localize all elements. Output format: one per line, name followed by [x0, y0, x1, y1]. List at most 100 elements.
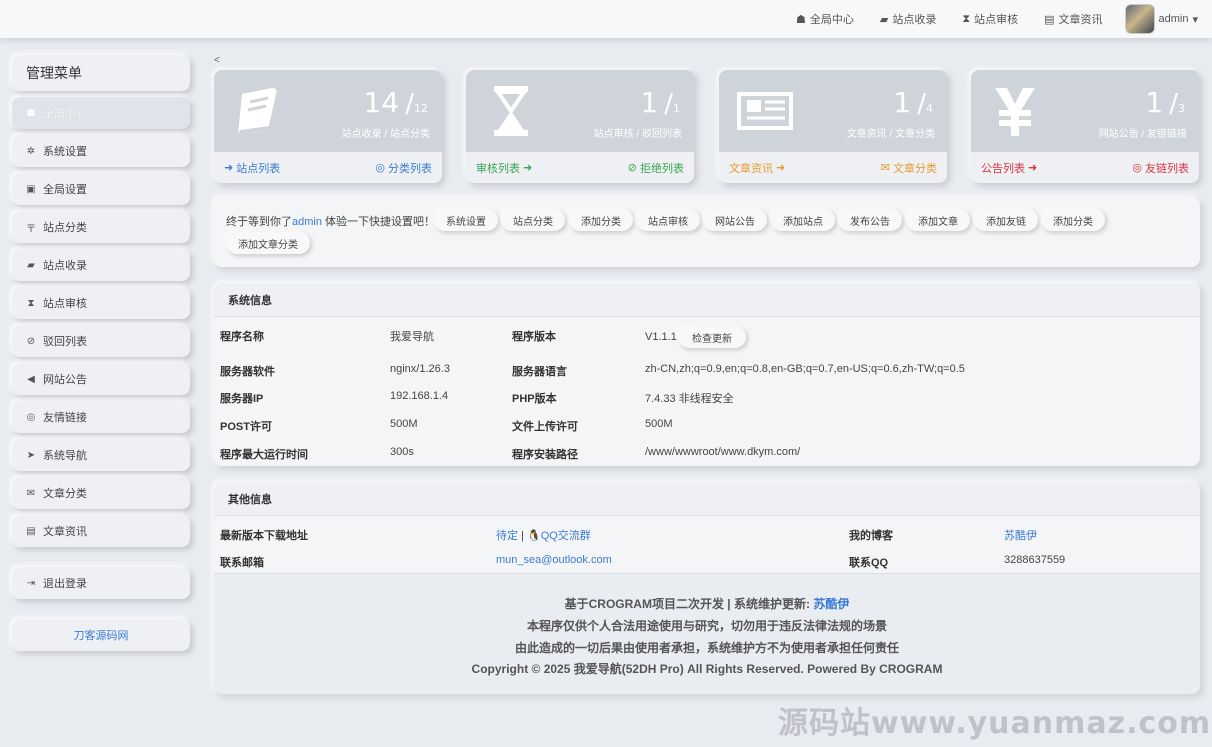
- link-label: 友链列表: [1145, 162, 1189, 175]
- quick-btn-add-category-2[interactable]: 添加分类: [1041, 209, 1105, 231]
- info-value: 500M: [645, 418, 673, 430]
- quick-btn-add-article[interactable]: 添加文章: [906, 209, 970, 231]
- sidebar-item-rejected[interactable]: ⊘ 驳回列表: [12, 325, 190, 357]
- stat-card-footer: 公告列表 ➜ ◎ 友链列表: [971, 152, 1199, 183]
- sign-out-icon: ⇥: [26, 577, 36, 589]
- watermark: 源码站www.yuanmaz.com: [778, 706, 1212, 741]
- stat-card-footer: ➜ 站点列表 ◎ 分类列表: [214, 152, 442, 183]
- article-list-link[interactable]: 文章资讯 ➜: [729, 160, 785, 176]
- download-value: 待定 | 🐧QQ交流群: [496, 527, 591, 543]
- quick-btn-add-site[interactable]: 添加站点: [771, 209, 835, 231]
- topnav-articles[interactable]: ▤ 文章资讯: [1044, 11, 1102, 27]
- stat-value: 14: [363, 86, 400, 119]
- sidebar-item-friend-links[interactable]: ◎ 友情链接: [12, 401, 190, 433]
- stat-card-announcements: 1/3 网站公告 / 友链链接 公告列表 ➜ ◎ 友链列表: [971, 70, 1199, 183]
- other-info-table: 最新版本下载地址 待定 | 🐧QQ交流群 我的博客 苏酷伊 联系邮箱 mun_s…: [214, 516, 1200, 574]
- footer-line-1: 基于CROGRAM项目二次开发 | 系统维护更新: 苏酷伊: [214, 595, 1200, 612]
- site-list-link[interactable]: ➜ 站点列表: [224, 160, 280, 176]
- sidebar-item-article-category[interactable]: ✉ 文章分类: [12, 477, 190, 509]
- sidebar-item-site-review[interactable]: ⧗ 站点审核: [12, 287, 190, 319]
- sidebar-item-system-settings[interactable]: ✲ 系统设置: [12, 135, 190, 167]
- link-label: 站点列表: [236, 162, 281, 175]
- sidebar-item-site-collect[interactable]: ▰ 站点收录: [12, 249, 190, 281]
- separator: |: [521, 530, 524, 542]
- gear-icon: ✲: [26, 145, 36, 157]
- location-arrow-icon: ➤: [26, 449, 36, 461]
- quick-btn-site-category[interactable]: 站点分类: [501, 209, 565, 231]
- info-value: 300s: [390, 446, 414, 458]
- footer-copyright: Copyright © 2025 我爱导航(52DH Pro) All Righ…: [471, 662, 943, 676]
- panel-title: 其他信息: [214, 482, 1200, 516]
- footer-line-3: 由此造成的一切后果由使用者承担，系统维护方不为使用者承担任何责任: [514, 641, 899, 655]
- brand-link[interactable]: 刀客源码网: [12, 619, 190, 651]
- category-list-link[interactable]: ◎ 分类列表: [375, 160, 432, 176]
- avatar[interactable]: [1124, 4, 1155, 34]
- logout-button[interactable]: ⇥ 退出登录: [12, 567, 190, 599]
- hourglass-icon: ⧗: [27, 297, 35, 309]
- qq-value: 3288637559: [1004, 554, 1066, 566]
- email-label: 联系邮箱: [220, 557, 264, 569]
- topnav-site-collect[interactable]: ▰ 站点收录: [880, 11, 936, 27]
- qq-group-link[interactable]: QQ交流群: [541, 530, 591, 542]
- blog-link[interactable]: 苏酷伊: [1004, 527, 1037, 543]
- quick-btn-post-announcement[interactable]: 发布公告: [838, 209, 902, 231]
- bullhorn-icon: ◀: [27, 373, 35, 385]
- announcement-list-link[interactable]: 公告列表 ➜: [981, 160, 1037, 176]
- footer: 基于CROGRAM项目二次开发 | 系统维护更新: 苏酷伊 本程序仅供个人合法用…: [214, 574, 1200, 694]
- sidebar-item-label: 站点审核: [43, 298, 87, 310]
- sidebar-item-global-settings[interactable]: ▣ 全局设置: [12, 173, 190, 205]
- arrow-circle-right-icon: ➜: [224, 162, 234, 174]
- sidebar-item-dashboard[interactable]: ☗ 全局中心: [12, 97, 190, 129]
- quick-setup-greeting: 终于等到你了admin 体验一下快捷设置吧！: [226, 213, 435, 229]
- topnav-dashboard[interactable]: ☗ 全局中心: [796, 11, 854, 27]
- sidebar-item-articles[interactable]: ▤ 文章资讯: [12, 515, 190, 547]
- link-label: 审核列表: [476, 162, 520, 175]
- eye-icon: ◎: [1132, 162, 1142, 174]
- sidebar-item-announcements[interactable]: ◀ 网站公告: [12, 363, 190, 395]
- reject-list-link[interactable]: ⊘ 拒绝列表: [628, 160, 684, 176]
- greeting-user: admin: [292, 216, 322, 228]
- info-key: 服务器IP: [220, 393, 264, 405]
- quick-btn-add-article-category[interactable]: 添加文章分类: [226, 232, 310, 254]
- handshake-icon: ◎: [26, 411, 36, 423]
- sidebar-item-system-nav[interactable]: ➤ 系统导航: [12, 439, 190, 471]
- footer-line-2: 本程序仅供个人合法用途使用与研究，切勿用于违反法律法规的场景: [526, 619, 887, 633]
- stat-value: 1: [893, 86, 912, 119]
- newspaper-icon: [737, 92, 793, 130]
- sidebar-item-site-category[interactable]: 〒 站点分类: [12, 211, 190, 243]
- footer-credit: 基于CROGRAM项目二次开发 | 系统维护更新:: [564, 597, 814, 611]
- quick-btn-site-review[interactable]: 站点审核: [636, 209, 700, 231]
- version-value: V1.1.1: [645, 331, 677, 343]
- quick-btn-system-settings[interactable]: 系统设置: [434, 209, 498, 231]
- newspaper-icon: ▤: [26, 525, 36, 537]
- stat-subtitle: 站点收录 / 站点分类: [341, 129, 430, 140]
- article-category-link[interactable]: ✉ 文章分类: [881, 160, 937, 176]
- stat-card-header: 14/12 站点收录 / 站点分类: [214, 70, 442, 152]
- collapse-sidebar-toggle[interactable]: <: [214, 55, 220, 66]
- topnav-label: 站点审核: [974, 14, 1019, 26]
- topnav-site-review[interactable]: ⧗ 站点审核: [962, 11, 1018, 27]
- link-label: 公告列表: [981, 162, 1025, 175]
- info-key: 程序名称: [220, 331, 264, 343]
- blog-label: 我的博客: [849, 530, 893, 542]
- arrow-circle-right-icon: ➜: [523, 162, 533, 174]
- panel-title: 系统信息: [214, 283, 1200, 317]
- quick-btn-add-category[interactable]: 添加分类: [569, 209, 633, 231]
- stat-total: 12: [414, 102, 428, 115]
- arrow-circle-right-icon: ➜: [776, 162, 786, 174]
- maintainer-link[interactable]: 苏酷伊: [813, 597, 849, 611]
- quick-btn-add-friend-link[interactable]: 添加友链: [974, 209, 1038, 231]
- book-icon: ▰: [879, 13, 889, 26]
- check-update-button[interactable]: 检查更新: [678, 326, 746, 348]
- info-key: PHP版本: [512, 393, 557, 405]
- stat-count: 1/1: [640, 86, 680, 119]
- email-link[interactable]: mun_sea@outlook.com: [496, 554, 612, 566]
- download-pending-link[interactable]: 待定: [496, 530, 518, 542]
- friend-link-list-link[interactable]: ◎ 友链列表: [1132, 160, 1189, 176]
- quick-btn-announcements[interactable]: 网站公告: [703, 209, 767, 231]
- sidebar-item-label: 系统导航: [43, 450, 87, 462]
- download-label: 最新版本下载地址: [220, 530, 308, 542]
- sidebar-item-label: 文章分类: [43, 488, 87, 500]
- user-menu[interactable]: admin ▾: [1159, 13, 1199, 26]
- review-list-link[interactable]: 审核列表 ➜: [476, 160, 532, 176]
